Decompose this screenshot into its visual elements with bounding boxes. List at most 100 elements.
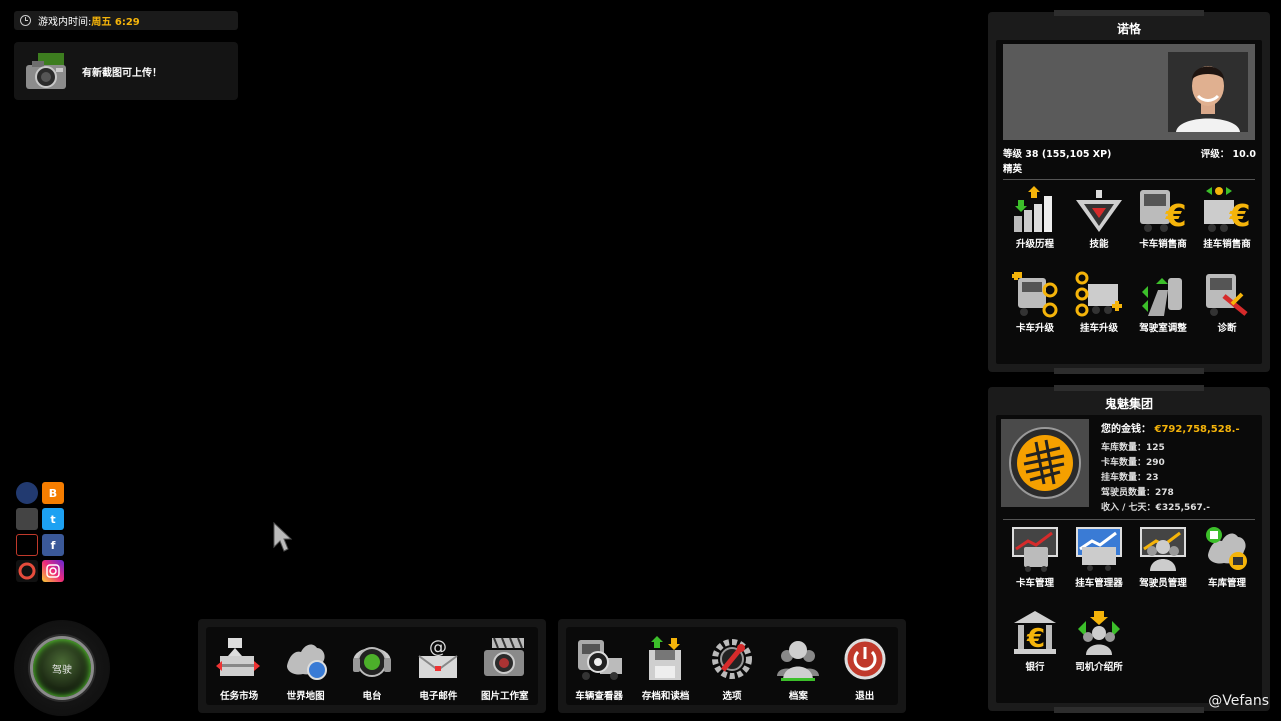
world-map-label: 世界地图	[286, 691, 325, 702]
world-map-icon	[280, 635, 332, 683]
garage-management-button[interactable]: 车库管理	[1195, 525, 1259, 589]
save-load-icon	[640, 635, 692, 683]
diagnostics-icon	[1201, 270, 1253, 318]
cabin-adjust-button[interactable]: 驾驶室调整	[1131, 270, 1195, 334]
truck-management-label: 卡车管理	[1015, 578, 1054, 589]
trailer-management-button[interactable]: 挂车管理器	[1067, 525, 1131, 589]
rating-value: 10.0	[1232, 149, 1256, 160]
photo-studio-icon	[479, 635, 531, 683]
profile-name: 诺恪	[1116, 22, 1141, 36]
trailer-upgrade-button[interactable]: 挂车升级	[1067, 270, 1131, 334]
community-icon[interactable]	[16, 560, 38, 582]
toolbar-right: 车辆查看器 存档和读档 选项 档案 退出	[558, 619, 906, 713]
truck-upgrade-icon	[1009, 270, 1061, 318]
chat-icon[interactable]	[16, 534, 38, 556]
trailer-dealer-label: 挂车销售商	[1203, 239, 1251, 250]
truck-upgrade-label: 卡车升级	[1015, 323, 1054, 334]
forum-icon[interactable]	[16, 508, 38, 530]
garage-management-icon	[1201, 525, 1253, 573]
profiles-label: 档案	[788, 691, 808, 702]
quit-button[interactable]: 退出	[835, 635, 895, 702]
company-body: 您的金钱： €792,758,528.- 车库数量：125 卡车数量：290 挂…	[996, 415, 1262, 703]
trailer-management-icon	[1073, 525, 1125, 573]
cabin-adjust-icon	[1137, 270, 1189, 318]
radio-icon	[346, 635, 398, 683]
facebook-icon[interactable]: f	[42, 534, 64, 556]
email-icon: @	[412, 635, 464, 683]
bank-icon: €	[1009, 609, 1061, 657]
diagnostics-label: 诊断	[1217, 323, 1237, 334]
rating-label: 评级：	[1200, 149, 1230, 160]
vehicle-browser-label: 车辆查看器	[575, 691, 623, 702]
bank-button[interactable]: € 银行	[1003, 609, 1067, 673]
trailer-dealer-icon: €	[1201, 186, 1253, 234]
clock-icon	[20, 15, 31, 26]
truck-dealer-button[interactable]: € 卡车销售商	[1131, 186, 1195, 250]
watermark: @Vefans	[1208, 693, 1269, 709]
recruitment-agency-button[interactable]: 司机介绍所	[1067, 609, 1131, 673]
driver-management-icon	[1137, 525, 1189, 573]
quit-label: 退出	[855, 691, 875, 702]
bank-label: 银行	[1025, 662, 1045, 673]
game-time-label: 游戏内时间:	[38, 17, 92, 28]
avatar[interactable]	[1168, 52, 1248, 132]
job-market-icon	[213, 635, 265, 683]
money-label: 您的金钱：	[1101, 424, 1151, 435]
skills-button[interactable]: 技能	[1067, 186, 1131, 250]
trailer-upgrade-label: 挂车升级	[1079, 323, 1118, 334]
vehicle-browser-icon	[573, 635, 625, 683]
screenshot-notification[interactable]: 有新截图可上传！	[14, 42, 238, 100]
options-button[interactable]: 选项	[702, 635, 762, 702]
skills-icon	[1073, 186, 1125, 234]
vehicle-browser-button[interactable]: 车辆查看器	[569, 635, 629, 702]
driver-management-button[interactable]: 驾驶员管理	[1131, 525, 1195, 589]
instagram-icon[interactable]	[42, 560, 64, 582]
diagnostics-button[interactable]: 诊断	[1195, 270, 1259, 334]
job-market-button[interactable]: 任务市场	[209, 635, 269, 702]
game-time-bar: 游戏内时间: 周五 6:29	[14, 11, 238, 30]
money-value: €792,758,528.-	[1154, 424, 1240, 435]
truck-upgrade-button[interactable]: 卡车升级	[1003, 270, 1067, 334]
save-load-button[interactable]: 存档和读档	[636, 635, 696, 702]
garage-management-label: 车库管理	[1207, 578, 1246, 589]
profiles-button[interactable]: 档案	[768, 635, 828, 702]
upgrade-history-button[interactable]: 升级历程	[1003, 186, 1067, 250]
cabin-adjust-label: 驾驶室调整	[1139, 323, 1187, 334]
recruitment-agency-icon	[1073, 609, 1125, 657]
truck-management-button[interactable]: 卡车管理	[1003, 525, 1067, 589]
world-of-trucks-icon[interactable]	[16, 482, 38, 504]
blogger-icon[interactable]: B	[42, 482, 64, 504]
email-button[interactable]: @ 电子邮件	[408, 635, 468, 702]
divider	[1003, 179, 1255, 180]
trailer-management-label: 挂车管理器	[1075, 578, 1123, 589]
profile-body: 等级 38 (155,105 XP) 精英 评级： 10.0 升级历程 技能 €…	[996, 40, 1262, 364]
profiles-icon	[772, 635, 824, 683]
power-icon	[839, 635, 891, 683]
radio-label: 电台	[362, 691, 382, 702]
save-load-label: 存档和读档	[641, 691, 690, 702]
toolbar-left: 任务市场 世界地图 电台 @ 电子邮件 图片工作室	[198, 619, 546, 713]
drive-button[interactable]: 驾驶	[30, 636, 94, 700]
radio-button[interactable]: 电台	[342, 635, 402, 702]
drive-button-ring: 驾驶	[14, 620, 110, 716]
options-label: 选项	[722, 691, 742, 702]
trailer-dealer-button[interactable]: € 挂车销售商	[1195, 186, 1259, 250]
svg-text:€: €	[1229, 199, 1251, 234]
world-map-button[interactable]: 世界地图	[276, 635, 336, 702]
drive-label: 驾驶	[52, 664, 72, 676]
truck-management-icon	[1009, 525, 1061, 573]
options-gear-icon	[706, 635, 758, 683]
company-logo[interactable]	[1001, 419, 1089, 507]
job-market-label: 任务市场	[220, 691, 259, 702]
email-label: 电子邮件	[419, 691, 458, 702]
notification-text: 有新截图可上传！	[82, 67, 162, 79]
twitter-icon[interactable]: t	[42, 508, 64, 530]
photo-studio-label: 图片工作室	[480, 691, 529, 702]
photo-studio-button[interactable]: 图片工作室	[475, 635, 535, 702]
trucks-count: 卡车数量：290	[1101, 458, 1165, 468]
company-name: 鬼魅集团	[1104, 397, 1153, 411]
divider	[1003, 519, 1255, 520]
recruitment-agency-label: 司机介绍所	[1075, 662, 1123, 673]
drivers-count: 驾驶员数量：278	[1101, 488, 1174, 498]
svg-text:€: €	[1026, 624, 1045, 654]
